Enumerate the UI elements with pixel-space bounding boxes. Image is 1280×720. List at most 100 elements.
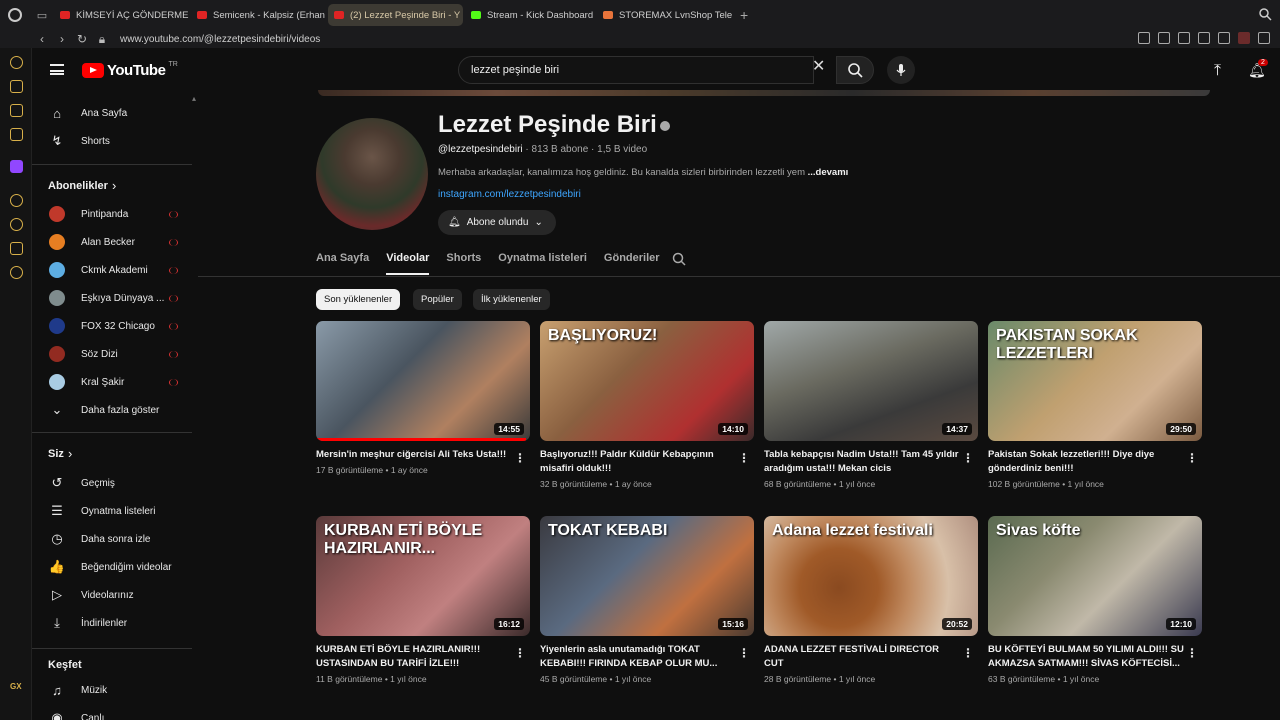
filter-chip[interactable]: Son yüklenenler [316, 289, 401, 310]
sidebar-item[interactable]: ⤓ İndirilenler [32, 609, 192, 637]
vertical-dots-icon[interactable]: ⋮ [738, 451, 750, 465]
snapshot-icon[interactable] [1158, 32, 1170, 44]
video-title[interactable]: KURBAN ETİ BÖYLE HAZIRLANIR!!! USTASINDA… [316, 643, 512, 671]
browser-tab[interactable]: Semicenk - Kalpsiz (Erhan [191, 4, 326, 26]
tab-videos[interactable]: Videolar [386, 252, 430, 275]
video-thumbnail[interactable]: TOKAT KEBABI 15:16 [540, 516, 754, 636]
video-card[interactable]: BAŞLIYORUZ! 14:10 Başlıyoruz!!! Paldır Kül… [540, 321, 754, 489]
sidebar-item[interactable]: ☰ Oynatma listeleri [32, 497, 192, 525]
back-icon[interactable]: ‹ [32, 32, 52, 46]
subscribed-button[interactable]: 🔔︎ Abone olundu ⌄ [438, 210, 556, 235]
search-button[interactable] [836, 56, 874, 84]
browser-tab[interactable]: Stream - Kick Dashboard [465, 4, 595, 26]
video-thumbnail[interactable]: 14:37 [764, 321, 978, 441]
settings-icon[interactable] [10, 266, 23, 279]
video-title[interactable]: BU KÖFTEYİ BULMAM 50 YILIMI ALDI!!! SU A… [988, 643, 1184, 671]
channel-search-icon[interactable] [672, 252, 686, 266]
vertical-dots-icon[interactable]: ⋮ [962, 451, 974, 465]
channel-avatar[interactable] [316, 118, 428, 230]
new-tab-button[interactable]: + [740, 7, 748, 23]
browser-tab[interactable]: STOREMAX LvnShop Telef [597, 4, 732, 26]
browser-tab[interactable]: (2) Lezzet Peşinde Biri - Y [328, 4, 463, 26]
sidebar-item[interactable]: ⌄ Daha fazla göster [32, 396, 192, 424]
sidebar-item[interactable]: Söz Dizi [32, 340, 192, 368]
voice-search-button[interactable] [887, 56, 915, 84]
sidebar-item[interactable]: Pintipanda [32, 200, 192, 228]
twitch-icon[interactable] [10, 160, 23, 173]
video-title[interactable]: Pakistan Sokak lezzetleri!!! Diye diye g… [988, 448, 1184, 476]
filter-chip[interactable]: Popüler [413, 289, 462, 310]
description-more[interactable]: ...devamı [808, 167, 849, 178]
browser-tab[interactable]: KİMSEYİ AÇ GÖNDERMEM [54, 4, 189, 26]
sidebar-scroll-up-icon[interactable]: ▴ [192, 94, 198, 103]
channel-link[interactable]: instagram.com/lezzetpesindebiri [438, 189, 581, 200]
video-title[interactable]: Yiyenlerin asla unutamadığı TOKAT KEBABI… [540, 643, 736, 671]
clear-search-icon[interactable]: ✕ [812, 56, 825, 76]
sidebar-item[interactable]: Kral Şakir [32, 368, 192, 396]
vertical-dots-icon[interactable]: ⋮ [514, 451, 526, 465]
sidebar-item[interactable]: Alan Becker [32, 228, 192, 256]
filter-chip[interactable]: İlk yüklenenler [473, 289, 550, 310]
vertical-dots-icon[interactable]: ⋮ [1186, 451, 1198, 465]
channel-description[interactable]: Merhaba arkadaşlar, kanalımıza hoş geldi… [438, 167, 858, 178]
video-thumbnail[interactable]: BAŞLIYORUZ! 14:10 [540, 321, 754, 441]
menu-icon[interactable] [1258, 32, 1270, 44]
sidebar-item[interactable]: ▷ Videolarınız [32, 581, 192, 609]
vpn-icon[interactable] [1178, 32, 1190, 44]
tab-playlists[interactable]: Oynatma listeleri [498, 252, 587, 275]
tab-shorts[interactable]: Shorts [446, 252, 481, 275]
sidebar-item[interactable]: ⌂ Ana Sayfa [32, 99, 192, 127]
forward-icon[interactable]: › [52, 32, 72, 46]
hamburger-menu-icon[interactable] [50, 64, 64, 75]
bookmark-icon[interactable] [1138, 32, 1150, 44]
vertical-dots-icon[interactable]: ⋮ [1186, 646, 1198, 660]
video-thumbnail[interactable]: Sivas köfte 12:10 [988, 516, 1202, 636]
video-thumbnail[interactable]: 14:55 [316, 321, 530, 441]
sidebar-item[interactable]: Eşkıya Dünyaya ... [32, 284, 192, 312]
upload-icon[interactable]: ⤒ [1214, 62, 1221, 80]
video-title[interactable]: ADANA LEZZET FESTİVALİ DIRECTOR CUT [764, 643, 960, 671]
tab-search-icon[interactable] [1258, 7, 1272, 21]
profile-avatar[interactable] [1238, 32, 1250, 44]
share-icon[interactable] [10, 242, 23, 255]
video-card[interactable]: TOKAT KEBABI 15:16 Yiyenlerin asla unutama… [540, 516, 754, 684]
sidebar-item[interactable]: ◉ Canlı [32, 704, 192, 720]
video-title[interactable]: Mersin'in meşhur ciğercisi Ali Teks Usta… [316, 448, 512, 462]
aria-icon[interactable] [10, 80, 23, 93]
search-input[interactable]: lezzet peşinde biri [458, 56, 814, 84]
vertical-dots-icon[interactable]: ⋮ [514, 646, 526, 660]
tab-posts[interactable]: Gönderiler [604, 252, 660, 275]
video-card[interactable]: Sivas köfte 12:10 BU KÖFTEYİ BULMAM 50 YIL… [988, 516, 1202, 684]
player-icon[interactable] [1198, 32, 1210, 44]
video-card[interactable]: KURBAN ETİ BÖYLE HAZIRLANIR... 16:12 KURBA… [316, 516, 530, 684]
sidebar-item[interactable]: 👍 Beğendiğim videolar [32, 553, 192, 581]
tab-home[interactable]: Ana Sayfa [316, 252, 369, 275]
vertical-dots-icon[interactable]: ⋮ [962, 646, 974, 660]
url-field[interactable]: www.youtube.com/@lezzetpesindebiri/video… [120, 34, 320, 45]
video-thumbnail[interactable]: Adana lezzet festivali 20:52 [764, 516, 978, 636]
sidebar-item[interactable]: ◷ Daha sonra izle [32, 525, 192, 553]
vertical-dots-icon[interactable]: ⋮ [738, 646, 750, 660]
opera-logo-icon[interactable] [0, 0, 30, 30]
sidebar-item[interactable]: Ckmk Akademi [32, 256, 192, 284]
player-sidebar-icon[interactable] [10, 194, 23, 207]
notes-icon[interactable] [10, 104, 23, 117]
sidebar-item[interactable]: ↺ Geçmiş [32, 469, 192, 497]
youtube-logo[interactable]: YouTube TR [82, 61, 178, 79]
video-card[interactable]: PAKISTAN SOKAK LEZZETLERI 29:50 Pakistan S… [988, 321, 1202, 489]
workspace-icon[interactable]: ▭ [30, 0, 54, 30]
video-title[interactable]: Tabla kebapçısı Nadim Usta!!! Tam 45 yıl… [764, 448, 960, 476]
video-card[interactable]: 14:55 Mersin'in meşhur ciğercisi Ali Teks… [316, 321, 530, 475]
video-thumbnail[interactable]: KURBAN ETİ BÖYLE HAZIRLANIR... 16:12 [316, 516, 530, 636]
clock-icon[interactable] [10, 218, 23, 231]
sidebar-item[interactable]: FOX 32 Chicago [32, 312, 192, 340]
video-card[interactable]: 14:37 Tabla kebapçısı Nadim Usta!!! Tam 4… [764, 321, 978, 489]
video-card[interactable]: Adana lezzet festivali 20:52 ADANA LEZZET … [764, 516, 978, 684]
heart-icon[interactable] [1218, 32, 1230, 44]
video-title[interactable]: Başlıyoruz!!! Paldır Küldür Kebapçının m… [540, 448, 736, 476]
you-header[interactable]: Siz [48, 448, 64, 460]
messenger-icon[interactable] [10, 128, 23, 141]
sidebar-item[interactable]: ♫ Müzik [32, 676, 192, 704]
subscriptions-header[interactable]: Abonelikler [48, 180, 108, 192]
video-thumbnail[interactable]: PAKISTAN SOKAK LEZZETLERI 29:50 [988, 321, 1202, 441]
